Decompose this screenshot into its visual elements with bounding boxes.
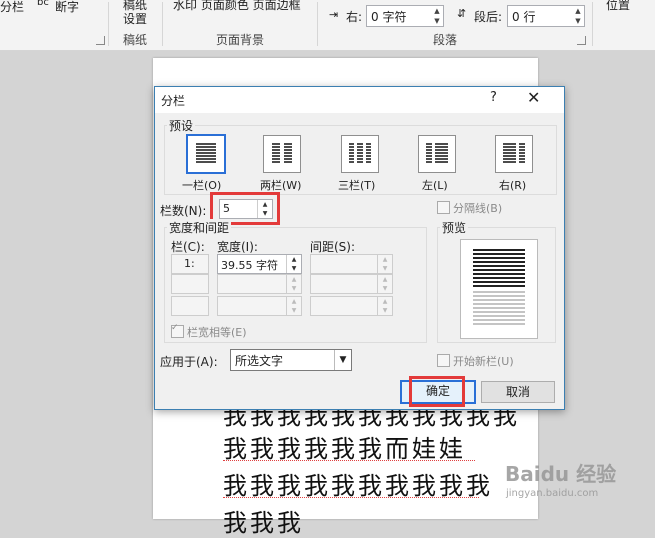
spacing-field-2: ▲ ▼	[310, 274, 393, 294]
new-column-checkbox[interactable]	[437, 354, 450, 367]
preset-label: 一栏(O)	[182, 179, 222, 192]
preset-label: 左(L)	[422, 179, 448, 192]
right-column-icon	[503, 143, 525, 163]
columns-dialog: 分栏 ? ✕ 预设 一栏(O) 两栏(W) 三栏(T) 左(L) 右(R) 栏数…	[154, 86, 565, 410]
one-column-icon	[196, 143, 216, 163]
hyphenation-icon: bc	[37, 0, 49, 8]
preview-page	[460, 239, 538, 339]
apply-to-label: 应用于(A):	[160, 355, 218, 369]
width-header: 宽度(I):	[217, 240, 258, 254]
indent-right-label: 右:	[346, 10, 363, 24]
indent-right-icon: ⇥	[329, 8, 339, 21]
baidu-watermark: Baidu 经验	[505, 462, 617, 486]
ribbon-partial-left: 分栏	[0, 0, 25, 14]
spacing-field-1: ▲ ▼	[310, 254, 393, 274]
separator-checkbox[interactable]	[437, 201, 450, 214]
document-line: 我我我	[223, 509, 304, 537]
highlight-ok-button	[409, 376, 465, 407]
spinner-icon[interactable]: ▲ ▼	[286, 255, 301, 273]
spinner-icon: ▲ ▼	[377, 255, 392, 273]
col-number-field: 1:	[171, 254, 209, 274]
baidu-watermark-url: jingyan.baidu.com	[506, 488, 599, 499]
checkmark-icon: ✓	[171, 323, 179, 333]
preset-one-column[interactable]	[186, 134, 226, 174]
spelling-squiggle	[223, 494, 479, 498]
chevron-down-icon[interactable]: ▼	[334, 350, 351, 370]
separator-label: 分隔线(B)	[453, 202, 503, 215]
width-spacing-legend: 宽度和间距	[167, 219, 232, 236]
spacing-header: 间距(S):	[310, 240, 356, 254]
col-number-field	[171, 274, 209, 294]
indent-right-input[interactable]: 0 字符 ▲ ▼	[366, 5, 444, 27]
preset-label: 两栏(W)	[260, 179, 302, 192]
spacing-after-input[interactable]: 0 行 ▲ ▼	[507, 5, 585, 27]
group-label-page-background: 页面背景	[216, 33, 265, 47]
preset-three-columns[interactable]	[341, 135, 379, 173]
col-header: 栏(C):	[171, 240, 205, 254]
spinner-icon: ▲ ▼	[286, 275, 301, 293]
dialog-titlebar[interactable]: 分栏 ? ✕	[155, 87, 564, 113]
help-icon[interactable]: ?	[490, 90, 497, 105]
group-label-paragraph: 段落	[433, 33, 458, 47]
width-field-2: ▲ ▼	[217, 274, 302, 294]
dialog-launcher-icon[interactable]	[577, 36, 586, 45]
close-icon[interactable]: ✕	[527, 88, 540, 107]
columns-count-label: 栏数(N):	[160, 204, 207, 218]
width-field-1[interactable]: 39.55 字符 ▲ ▼	[217, 254, 302, 274]
hyphenation-button[interactable]: 断字	[55, 0, 79, 15]
spelling-squiggle	[223, 457, 475, 461]
spacing-after-label: 段后:	[474, 10, 503, 24]
apply-to-select[interactable]: 所选文字 ▼	[230, 349, 352, 371]
group-separator	[162, 2, 163, 46]
spinner-icon: ▲ ▼	[286, 297, 301, 315]
preview-lines-icon	[473, 249, 525, 325]
preset-label: 右(R)	[499, 179, 527, 192]
presets-legend: 预设	[167, 117, 196, 134]
ribbon-partial-right[interactable]: 位置	[606, 0, 630, 13]
cancel-button[interactable]: 取消	[481, 381, 555, 403]
spacing-field-3: ▲ ▼	[310, 296, 393, 316]
dialog-title: 分栏	[161, 94, 186, 108]
spinner-icon[interactable]: ▲ ▼	[572, 6, 584, 26]
spinner-icon: ▲ ▼	[377, 275, 392, 293]
spacing-after-icon: ⇵	[457, 7, 467, 20]
page-background-items[interactable]: 水印 页面颜色 页面边框	[173, 0, 301, 13]
spinner-icon[interactable]: ▲ ▼	[431, 6, 443, 26]
preset-left[interactable]	[418, 135, 456, 173]
left-column-icon	[426, 143, 448, 163]
preset-label: 三栏(T)	[338, 179, 376, 192]
group-separator	[317, 2, 318, 46]
preset-two-columns[interactable]	[263, 135, 301, 173]
preview-legend: 预览	[440, 219, 469, 236]
manuscript-settings-button[interactable]: 设置	[123, 10, 147, 27]
two-columns-icon	[272, 143, 292, 163]
group-separator	[592, 2, 593, 46]
width-field-3: ▲ ▼	[217, 296, 302, 316]
preset-right[interactable]	[495, 135, 533, 173]
three-columns-icon	[349, 143, 371, 163]
group-label-manuscript: 稿纸	[123, 33, 148, 47]
dialog-launcher-icon[interactable]	[96, 36, 105, 45]
equal-width-label: 栏宽相等(E)	[187, 326, 247, 339]
ribbon: 分栏 bc 断字 稿纸 设置 稿纸 水印 页面颜色 页面边框 页面背景 ⇥ 右:…	[0, 0, 655, 51]
new-column-label: 开始新栏(U)	[453, 355, 514, 368]
spinner-icon: ▲ ▼	[377, 297, 392, 315]
col-number-field	[171, 296, 209, 316]
group-separator	[108, 2, 109, 46]
